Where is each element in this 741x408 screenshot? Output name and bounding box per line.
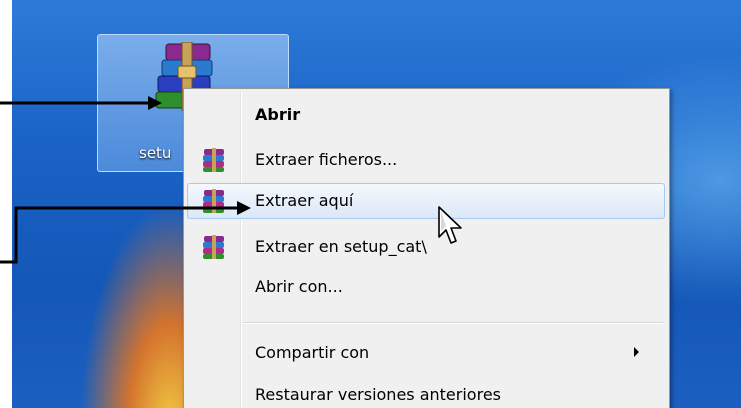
annotation-arrowhead-icon bbox=[148, 96, 162, 110]
annotation-arrow-line bbox=[0, 206, 241, 264]
annotation-arrowhead-icon bbox=[237, 201, 251, 215]
annotation-arrows bbox=[0, 96, 251, 264]
